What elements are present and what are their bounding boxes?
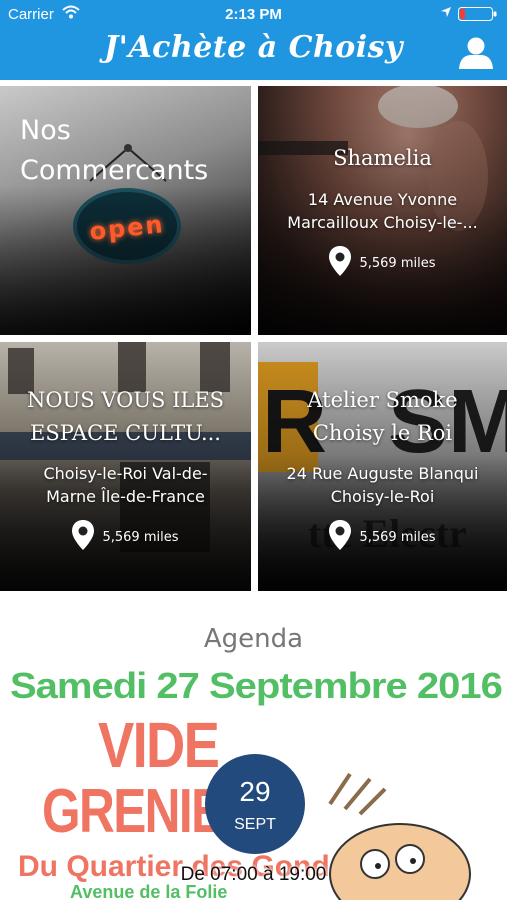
distance-label: 5,569 miles [359,255,436,271]
event-date-badge: 29 SEPT [205,754,305,854]
app-header: Carrier 2:13 PM J'Achète à Choisy [0,0,507,80]
tile-distance: 5,569 miles [258,520,507,554]
tile-address-line: Marcailloux Choisy-le-... [287,213,478,232]
tile-title-line: NOUS VOUS ILES [26,388,225,412]
tile-address-line: 14 Avenue Yvonne [307,190,458,209]
tile-address-line: 24 Rue Auguste Blanqui [286,464,479,483]
event-month: SEPT [234,816,276,833]
map-pin-icon [72,520,95,554]
tile-nous-vous-iles[interactable]: NOUS VOUS ILES ESPACE CULTU... Choisy-le… [0,342,251,591]
event-time: De 07:00 à 19:00 [180,864,327,885]
battery-icon [458,7,498,25]
location-arrow-icon [440,6,452,22]
tile-address-line: Marne Île-de-France [46,487,205,506]
tile-title-line: Nos [20,115,71,146]
tile-address-line: Choisy-le-Roi Val-de- [43,464,208,483]
tile-shamelia[interactable]: Shamelia 14 Avenue Yvonne Marcailloux Ch… [258,86,507,335]
tile-distance: 5,569 miles [258,246,507,280]
tile-title-line: Choisy le Roi [312,421,453,445]
profile-button[interactable] [458,36,494,70]
tile-title-line: Commercants [20,155,209,186]
tile-title: NOUS VOUS ILES ESPACE CULTU... [6,384,245,450]
tile-address-line: Choisy-le-Roi [330,487,435,506]
status-bar: Carrier 2:13 PM [0,0,507,28]
tile-address: 14 Avenue Yvonne Marcailloux Choisy-le-.… [264,188,501,234]
agenda-heading: Agenda [203,624,304,654]
distance-label: 5,569 miles [102,529,179,545]
clock: 2:13 PM [225,6,282,23]
poster-date-line: Samedi 27 Septembre 2016 [10,668,503,706]
map-pin-icon [329,246,352,280]
tile-atelier-smoke[interactable]: R SM tte Electr Atelier Smoke Choisy le … [258,342,507,591]
map-pin-icon [329,520,352,554]
tile-address: Choisy-le-Roi Val-de- Marne Île-de-Franc… [6,462,245,508]
user-icon [458,37,494,74]
distance-label: 5,569 miles [359,529,436,545]
tile-nos-commercants[interactable]: open Nos Commercants [0,86,251,335]
tile-title: Shamelia [333,146,432,170]
tile-title: Atelier Smoke Choisy le Roi [264,384,501,450]
tile-title: Nos Commercants [20,111,208,191]
poster-vide: VIDE [98,709,220,781]
tile-title-line: ESPACE CULTU... [30,421,221,445]
app-title: J'Achète à Choisy [103,30,403,65]
tile-title-line: Atelier Smoke [307,388,458,412]
tile-address: 24 Rue Auguste Blanqui Choisy-le-Roi [264,462,501,508]
tile-distance: 5,569 miles [0,520,251,554]
event-day: 29 [239,776,271,807]
